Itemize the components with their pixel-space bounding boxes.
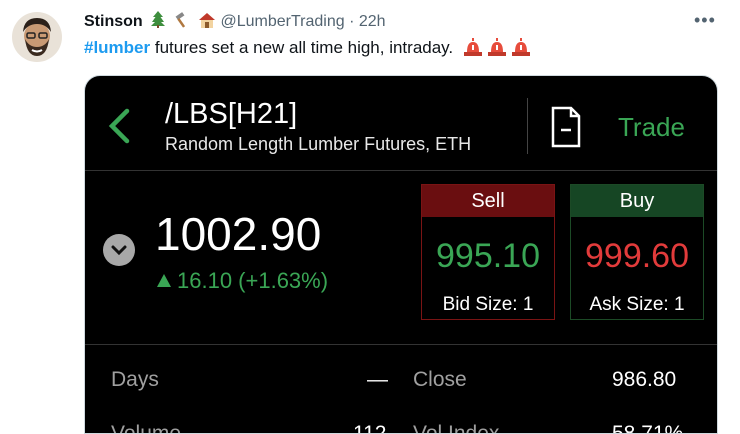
siren-icon	[487, 38, 506, 61]
divider	[85, 170, 717, 171]
price-change-value: 16.10 (+1.63%)	[177, 268, 329, 293]
stat-label-volume: Volume	[111, 422, 182, 434]
stat-value-volume: 112	[353, 422, 387, 434]
contract-symbol: /LBS[H21]	[165, 98, 298, 130]
stat-value-vol-index: 58.71%	[612, 422, 684, 434]
buy-header: Buy	[571, 185, 703, 217]
author-handle[interactable]: @LumberTrading	[220, 13, 344, 30]
last-price: 1002.90	[155, 208, 322, 260]
hammer-icon	[174, 11, 190, 33]
stat-label-vol-index: Vol Index	[413, 422, 500, 434]
stat-value-close: 986.80	[612, 368, 677, 391]
divider	[85, 344, 717, 345]
expand-toggle-button[interactable]	[103, 234, 135, 266]
more-options-icon[interactable]: •••	[694, 10, 716, 31]
tweet-media-image[interactable]: /LBS[H21] Random Length Lumber Futures, …	[84, 75, 718, 434]
stat-value-days: —	[367, 368, 388, 391]
tweet-body: futures set a new all time high, intrada…	[150, 38, 454, 57]
stat-label-close: Close	[413, 368, 467, 391]
buy-button[interactable]: Buy 999.60 Ask Size: 1	[570, 184, 704, 320]
document-icon[interactable]	[551, 106, 581, 153]
tree-icon	[151, 11, 166, 33]
back-chevron-icon[interactable]	[107, 108, 131, 149]
bid-size: Bid Size: 1	[442, 294, 534, 315]
header-divider	[527, 98, 528, 154]
stat-label-days: Days	[111, 368, 159, 391]
ask-size: Ask Size: 1	[589, 294, 685, 315]
bid-price: 995.10	[436, 237, 540, 275]
house-icon	[198, 12, 216, 33]
contract-description: Random Length Lumber Futures, ETH	[165, 134, 472, 154]
sell-button[interactable]: Sell 995.10 Bid Size: 1	[421, 184, 555, 320]
siren-icon	[463, 38, 482, 61]
price-change: 16.10 (+1.63%)	[157, 268, 328, 294]
siren-icon	[511, 38, 530, 61]
tweet-text: #lumber futures set a new all time high,…	[84, 38, 530, 61]
hashtag-link[interactable]: #lumber	[84, 38, 150, 57]
author-name[interactable]: Stinson	[84, 13, 143, 30]
tweet-time[interactable]: 22h	[359, 13, 386, 30]
separator-dot: ·	[349, 13, 355, 31]
avatar[interactable]	[12, 12, 62, 62]
trade-button[interactable]: Trade	[618, 112, 685, 143]
up-arrow-icon	[157, 274, 171, 287]
tweet-header: Stinson @LumberTrading · 22h	[84, 11, 386, 33]
sell-header: Sell	[422, 185, 554, 217]
ask-price: 999.60	[585, 237, 689, 275]
